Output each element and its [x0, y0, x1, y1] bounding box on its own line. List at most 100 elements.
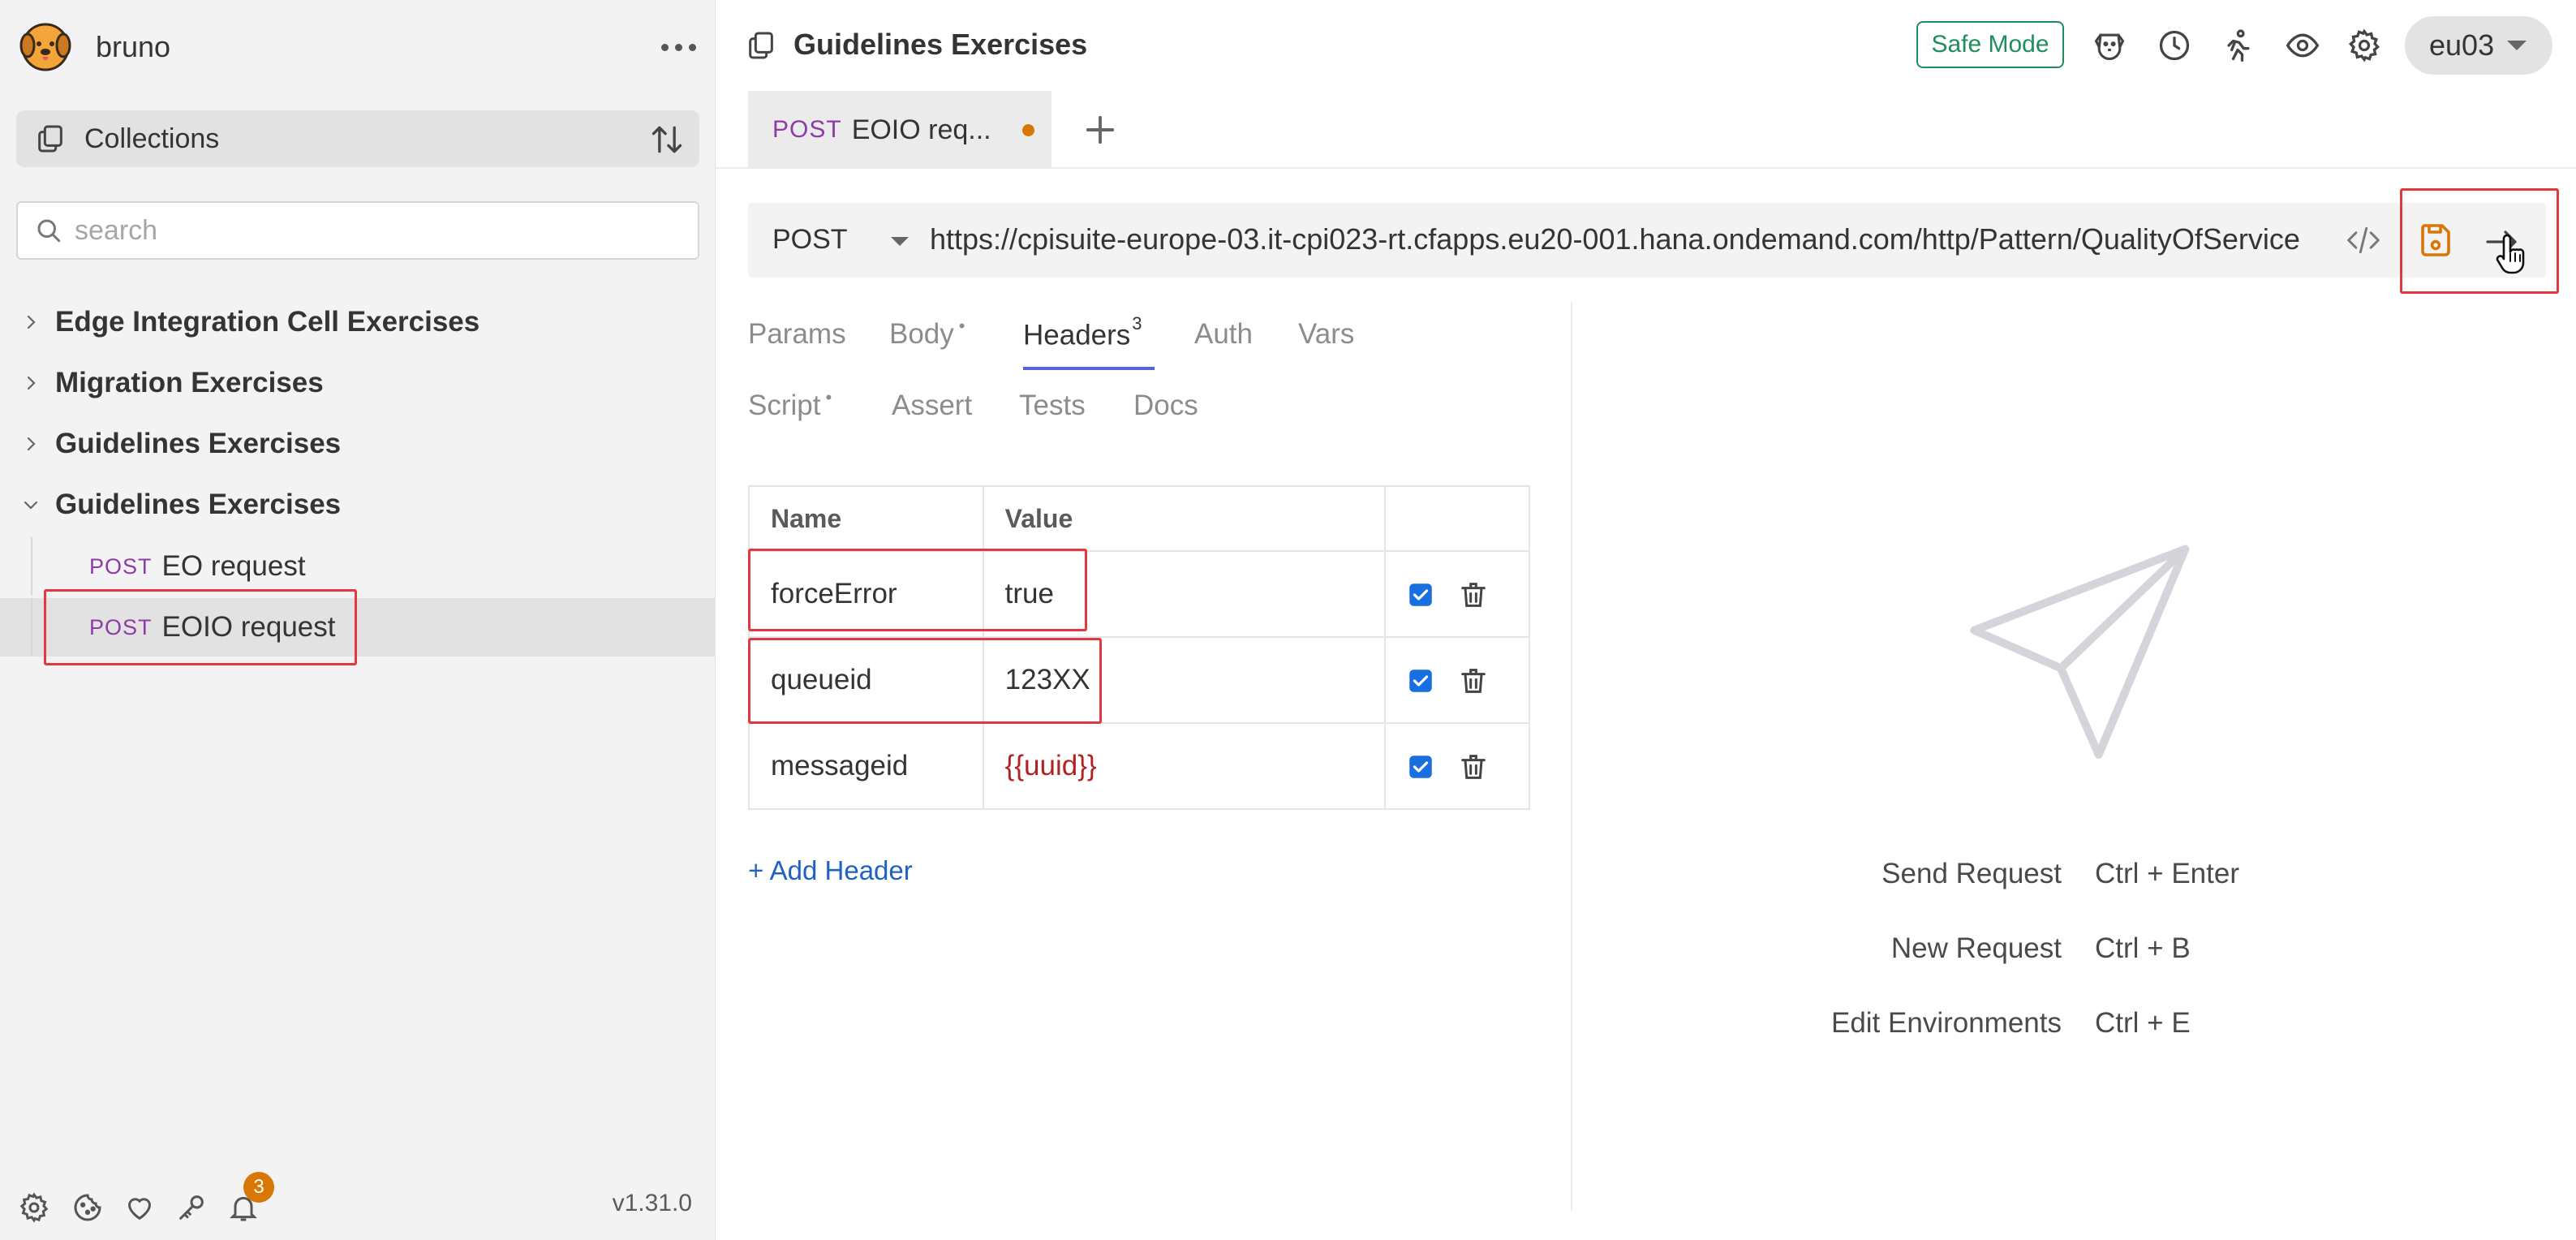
dot-icon [660, 43, 669, 51]
header-name-cell[interactable]: queueid [748, 636, 984, 724]
collection-item[interactable]: Guidelines Exercises [0, 415, 716, 472]
modified-indicator: • [958, 316, 965, 336]
caret-down-icon[interactable] [891, 237, 909, 246]
row-actions [1384, 550, 1530, 638]
url-bar: POST https://cpisuite-europe-03.it-cpi02… [748, 203, 2546, 278]
trash-icon[interactable] [1457, 579, 1490, 611]
safe-mode-badge[interactable]: Safe Mode [1916, 21, 2064, 68]
tab-tests[interactable]: Tests [1019, 390, 1086, 422]
shortcut-label: Edit Environments [1830, 1007, 2062, 1039]
headers-table: Name Value forceError true queueid 123XX [748, 485, 1530, 810]
environment-select[interactable]: eu03 [2405, 16, 2552, 75]
tab-headers[interactable]: Headers3 [1023, 313, 1142, 352]
code-icon[interactable] [2345, 222, 2382, 258]
tree-guide-line [31, 537, 32, 596]
column-header-value: Value [982, 485, 1387, 552]
enable-checkbox[interactable] [1408, 583, 1433, 607]
tab-assert[interactable]: Assert [892, 390, 972, 422]
modified-indicator: • [825, 387, 832, 407]
collection-item[interactable]: Edge Integration Cell Exercises [0, 294, 716, 351]
tab-body[interactable]: Body • [889, 316, 965, 351]
collection-item[interactable]: Migration Exercises [0, 355, 716, 411]
header-value-cell[interactable]: true [982, 550, 1387, 638]
collection-name: Guidelines Exercises [55, 489, 342, 520]
enable-checkbox[interactable] [1408, 669, 1433, 693]
dot-icon [674, 43, 682, 51]
table-row: queueid 123XX [748, 636, 1530, 724]
history-icon[interactable] [2157, 28, 2192, 63]
shortcut-label: New Request [1890, 932, 2062, 964]
shortcut-keys: Ctrl + Enter [2095, 858, 2239, 889]
request-tabstrip: POST EOIO req... [716, 91, 2576, 169]
more-options-button[interactable] [654, 29, 703, 65]
collection-title: Guidelines Exercises [793, 28, 1088, 61]
header-value-cell[interactable]: 123XX [982, 636, 1387, 724]
cookie-icon[interactable] [71, 1191, 104, 1224]
eye-icon[interactable] [2285, 28, 2320, 63]
search-icon [37, 219, 61, 243]
sidebar-footer [0, 1175, 716, 1240]
collection-name: Edge Integration Cell Exercises [55, 306, 480, 338]
environment-label: eu03 [2429, 28, 2495, 62]
heart-icon[interactable] [123, 1191, 156, 1224]
tab-body-label: Body [889, 318, 954, 350]
request-method: POST [89, 553, 153, 579]
header-name-cell[interactable]: forceError [748, 550, 984, 638]
headers-count: 3 [1132, 313, 1142, 334]
main-topbar: Guidelines Exercises Safe Mode eu03 [716, 0, 2576, 91]
dog-icon[interactable] [2092, 28, 2127, 63]
collections-header[interactable]: Collections [16, 110, 699, 167]
method-select[interactable]: POST [772, 224, 848, 256]
add-header-link[interactable]: + Add Header [748, 855, 913, 886]
collections-icon [38, 125, 62, 153]
column-header-actions [1384, 485, 1530, 552]
dot-icon [688, 43, 696, 51]
table-row: messageid {{uuid}} [748, 722, 1530, 810]
collection-name: Migration Exercises [55, 367, 324, 398]
brand-name: bruno [96, 30, 171, 63]
trash-icon[interactable] [1457, 751, 1490, 783]
save-icon[interactable] [2416, 221, 2455, 260]
search-input[interactable] [75, 214, 691, 247]
tab-method: POST [772, 116, 842, 143]
header-name-cell[interactable]: messageid [748, 722, 984, 810]
hand-cursor-icon [2496, 234, 2525, 274]
shortcut-keys: Ctrl + B [2095, 932, 2191, 964]
url-input[interactable]: https://cpisuite-europe-03.it-cpi023-rt.… [930, 222, 2342, 256]
collections-label: Collections [84, 123, 220, 154]
plus-icon[interactable] [1079, 109, 1121, 151]
enable-checkbox[interactable] [1408, 755, 1433, 779]
settings-icon[interactable] [18, 1191, 50, 1224]
caret-down-icon [2507, 41, 2527, 50]
tab-vars[interactable]: Vars [1298, 318, 1354, 351]
trash-icon[interactable] [1457, 665, 1490, 697]
runner-icon[interactable] [2220, 28, 2256, 63]
row-actions [1384, 636, 1530, 724]
pane-divider[interactable] [1571, 302, 1572, 1211]
notification-badge: 3 [243, 1172, 274, 1203]
tab-auth[interactable]: Auth [1194, 318, 1253, 351]
column-header-name: Name [748, 485, 984, 552]
request-method: POST [89, 614, 153, 639]
search-box [16, 201, 699, 260]
settings-icon[interactable] [2346, 28, 2382, 63]
tab-script-label: Script [748, 390, 821, 421]
bruno-app: bruno Collections search Edge Integratio… [0, 0, 2576, 1240]
table-row: forceError true [748, 550, 1530, 638]
collection-item-expanded[interactable]: Guidelines Exercises [0, 476, 716, 533]
tab-params[interactable]: Params [748, 318, 846, 351]
sort-icon[interactable] [649, 122, 685, 157]
header-value-cell[interactable]: {{uuid}} [982, 722, 1387, 810]
tab-docs[interactable]: Docs [1133, 390, 1198, 422]
active-tab-underline [1023, 367, 1155, 370]
request-name: EOIO request [161, 611, 336, 643]
app-version: v1.31.0 [612, 1190, 692, 1216]
request-tab-active[interactable]: POST EOIO req... [748, 91, 1051, 169]
tab-script[interactable]: Script • [748, 387, 832, 422]
key-icon[interactable] [175, 1191, 208, 1224]
paper-plane-icon [1970, 545, 2190, 759]
request-item-active[interactable]: POST EOIO request [0, 598, 716, 657]
request-item[interactable]: POST EO request [0, 537, 716, 596]
collection-icon [749, 32, 773, 59]
collection-name: Guidelines Exercises [55, 428, 342, 459]
